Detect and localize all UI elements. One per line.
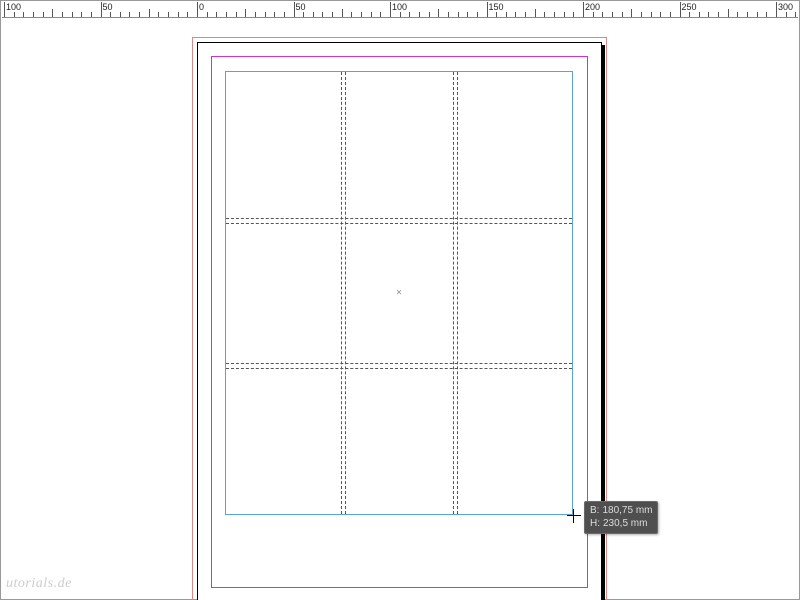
frame-being-drawn[interactable]: ×: [225, 71, 573, 515]
frame-grid-horizontal: [226, 218, 572, 219]
ruler-label: 250: [682, 2, 697, 12]
ruler-label: 300: [778, 2, 793, 12]
ruler-horizontal[interactable]: 100 50 0 50 100 150 200 250 300: [2, 2, 798, 18]
tooltip-width-value: 180,75 mm: [602, 504, 652, 517]
watermark: utorials.de: [6, 576, 72, 592]
tooltip-height-value: 230,5 mm: [603, 517, 647, 530]
ruler-label: 100: [6, 2, 21, 12]
ruler-ticks: 100 50 0 50 100 150 200 250 300: [2, 2, 798, 18]
ruler-label: 0: [199, 2, 204, 12]
ruler-label: 150: [489, 2, 504, 12]
frame-grid-horizontal: [226, 223, 572, 224]
ruler-label: 50: [296, 2, 306, 12]
ruler-label: 100: [392, 2, 407, 12]
tooltip-width-label: B:: [590, 504, 599, 517]
canvas[interactable]: × B: 180,75 mm H: 230,5 mm utorials.de: [2, 18, 798, 598]
frame-grid-vertical: [341, 72, 342, 514]
dimension-tooltip: B: 180,75 mm H: 230,5 mm: [584, 501, 658, 534]
ruler-label: 50: [103, 2, 113, 12]
frame-grid-horizontal: [226, 363, 572, 364]
frame-grid-horizontal: [226, 368, 572, 369]
frame-grid-vertical: [453, 72, 454, 514]
frame-grid-vertical: [457, 72, 458, 514]
ruler-label: 200: [585, 2, 600, 12]
frame-grid-vertical: [345, 72, 346, 514]
tooltip-height-label: H:: [590, 517, 600, 530]
frame-center-mark: ×: [396, 288, 402, 299]
